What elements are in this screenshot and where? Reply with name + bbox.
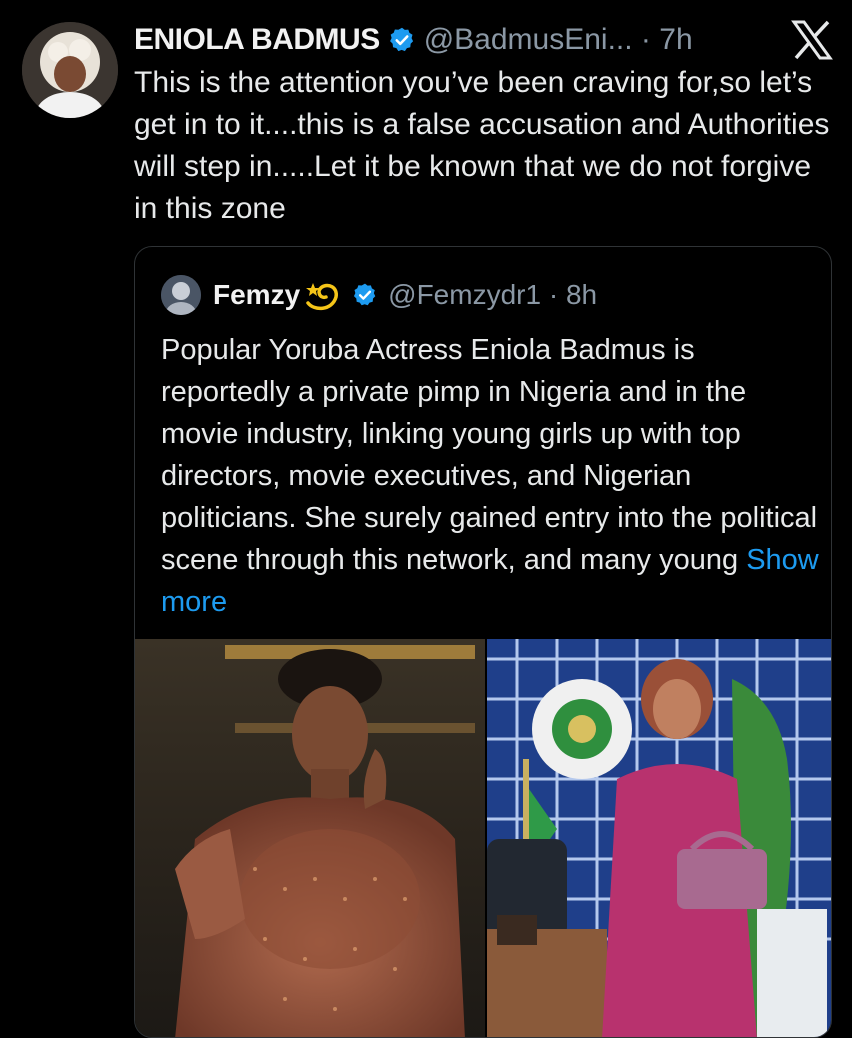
tweet-text: This is the attention you’ve been cravin…: [134, 66, 830, 225]
time-separator: ·: [632, 23, 660, 56]
verified-badge-icon: [388, 26, 416, 54]
quoted-verified-badge-icon: [352, 282, 378, 308]
photo-woman-magenta-dress-office: [487, 639, 831, 1037]
quoted-tweet-header: Femzy @Femzydr1 · 8h: [161, 275, 597, 315]
tweet-time[interactable]: 7h: [659, 23, 692, 57]
quoted-author-name[interactable]: Femzy: [213, 279, 300, 311]
quoted-tweet-text: Popular Yoruba Actress Eniola Badmus is …: [161, 329, 821, 623]
media-photo-left[interactable]: [135, 639, 485, 1037]
tweet-header: ENIOLA BADMUS @BadmusEni... · 7h: [134, 18, 822, 62]
quoted-author-avatar[interactable]: [161, 275, 201, 315]
quoted-tweet[interactable]: Femzy @Femzydr1 · 8h Popular Yoruba Actr…: [134, 246, 832, 1038]
x-logo-icon[interactable]: [790, 20, 834, 60]
media-photo-right[interactable]: [487, 639, 831, 1037]
quoted-tweet-time[interactable]: 8h: [566, 279, 597, 311]
photo-woman-embellished-gown: [135, 639, 485, 1037]
quoted-media[interactable]: [135, 639, 831, 1037]
dizzy-emoji-icon: [304, 277, 340, 313]
quoted-time-separator: ·: [541, 279, 566, 310]
avatar-image: [22, 22, 118, 118]
quoted-text-body: Popular Yoruba Actress Eniola Badmus is …: [161, 334, 818, 576]
author-handle[interactable]: @BadmusEni...: [424, 23, 633, 57]
quoted-author-handle[interactable]: @Femzydr1: [388, 279, 541, 311]
author-name[interactable]: ENIOLA BADMUS: [134, 23, 380, 57]
author-avatar[interactable]: [22, 22, 118, 118]
